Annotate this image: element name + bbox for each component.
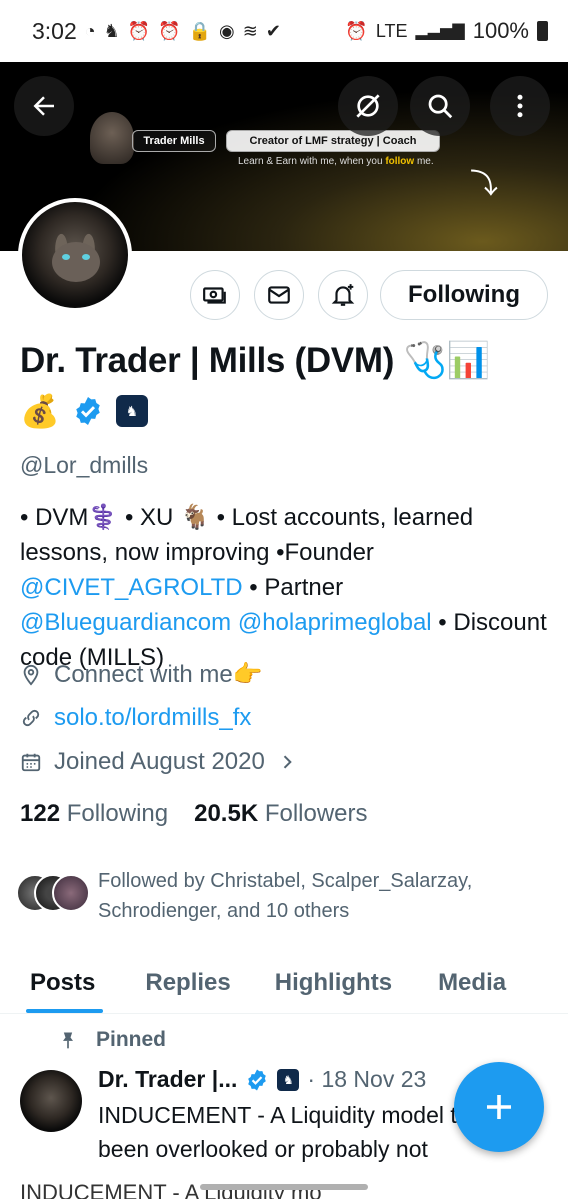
- followers-count-link[interactable]: 20.5K Followers: [194, 800, 367, 828]
- check-icon: ✔: [265, 20, 281, 41]
- arrow-left-icon: [33, 96, 54, 116]
- app-icon: ♞: [103, 20, 120, 41]
- subscribe-button[interactable]: [190, 270, 240, 320]
- post-header: Dr. Trader |... ♞ · 18 Nov 23: [98, 1066, 426, 1093]
- tab-media[interactable]: Media: [438, 952, 506, 1013]
- follower-facepile: [16, 874, 90, 914]
- grok-icon: [356, 94, 380, 118]
- joined-text: Joined August 2020: [54, 748, 265, 775]
- status-notification-icons: ◔ ♞ ⏰ ⏰ 🔒 ◉ ≋ ✔: [85, 21, 281, 42]
- verified-badge-icon: [248, 1069, 267, 1090]
- banner-subtitle: Learn & Earn with me, when you follow me…: [238, 156, 434, 167]
- wifi-icon: ≋: [242, 20, 258, 41]
- verified-badge-icon[interactable]: [72, 395, 104, 427]
- money-icon: [203, 287, 226, 304]
- back-button[interactable]: [14, 76, 74, 136]
- bio-mention-holaprime[interactable]: @holaprimeglobal: [238, 609, 432, 636]
- grok-button[interactable]: [338, 76, 398, 136]
- more-options-button[interactable]: [490, 76, 550, 136]
- compose-post-button[interactable]: [454, 1062, 544, 1152]
- signal-icon: ▂▃▅▇: [415, 23, 465, 40]
- pinned-label: Pinned: [58, 1028, 166, 1052]
- banner-subtitle-highlight: follow: [385, 156, 415, 167]
- follow-counts: 122 Following 20.5K Followers: [20, 800, 368, 828]
- bio-text: [231, 609, 238, 636]
- network-label: LTE: [375, 20, 408, 41]
- whatsapp-icon: ◔: [84, 20, 96, 41]
- status-bar: 3:02 ◔ ♞ ⏰ ⏰ 🔒 ◉ ≋ ✔ ⏰ LTE ▂▃▅▇ 100%: [0, 0, 568, 62]
- followers-label: Followers: [264, 800, 368, 827]
- battery-icon: [537, 21, 548, 41]
- post-author-avatar[interactable]: [20, 1070, 82, 1132]
- profile-bio: • DVM⚕️ • XU 🐐 • Lost accounts, learned …: [20, 500, 555, 675]
- banner-character-image: [90, 112, 134, 164]
- profile-website: solo.to/lordmills_fx: [20, 704, 251, 732]
- post-author-name[interactable]: Dr. Trader |...: [98, 1066, 237, 1093]
- banner-subtitle-post: me.: [414, 156, 434, 167]
- status-time: 3:02: [32, 17, 77, 44]
- followers-count: 20.5K: [194, 800, 259, 827]
- following-count-link[interactable]: 122 Following: [20, 800, 168, 828]
- avatar-eye-right: [82, 254, 90, 260]
- avatar-eye-left: [62, 254, 70, 260]
- message-button[interactable]: [254, 270, 304, 320]
- pin-icon: [63, 1032, 73, 1049]
- alarm-icon: ⏰: [158, 20, 181, 41]
- following-label: Following: [66, 800, 169, 827]
- search-button[interactable]: [410, 76, 470, 136]
- profile-location: Connect with me👉: [20, 660, 263, 689]
- notifications-button[interactable]: [318, 270, 368, 320]
- profile-name: Dr. Trader | Mills (DVM) 🩺📊: [20, 341, 491, 380]
- location-pin-icon: [23, 664, 39, 686]
- chevron-right-icon: [283, 755, 292, 769]
- search-icon: [428, 94, 453, 119]
- pinned-text: Pinned: [96, 1028, 167, 1051]
- battery-level: 100%: [472, 18, 529, 43]
- more-vertical-icon: [517, 94, 523, 118]
- followed-by[interactable]: Followed by Christabel, Scalper_Salarzay…: [16, 866, 528, 926]
- affiliate-badge-icon[interactable]: ♞: [115, 395, 148, 427]
- mail-icon: [268, 286, 290, 304]
- lock-icon: 🔒: [188, 20, 212, 41]
- bio-text: • Partner: [242, 574, 344, 601]
- banner-tag-name: Trader Mills: [132, 130, 216, 152]
- following-button[interactable]: Following: [380, 270, 548, 320]
- money-bag-emoji: 💰: [20, 393, 60, 429]
- profile-tabs: Posts Replies Highlights Media: [0, 952, 568, 1014]
- bio-mention-blueguardian[interactable]: @Blueguardiancom: [20, 609, 231, 636]
- calendar-icon: [21, 753, 41, 772]
- avatar-face: [52, 242, 100, 282]
- banner-tag-role: Creator of LMF strategy | Coach: [226, 130, 440, 152]
- affiliate-badge-icon: ♞: [277, 1068, 300, 1091]
- media-icon: ◉: [219, 20, 235, 41]
- profile-handle: @Lor_dmills: [20, 452, 149, 478]
- profile-actions: [190, 270, 368, 320]
- tab-highlights[interactable]: Highlights: [275, 952, 392, 1013]
- profile-name-badges: 💰 ♞: [20, 392, 148, 430]
- location-text: Connect with me👉: [54, 661, 263, 688]
- profile-avatar[interactable]: [18, 198, 132, 312]
- status-right: ⏰ LTE ▂▃▅▇ 100%: [345, 18, 548, 44]
- tab-replies[interactable]: Replies: [145, 952, 230, 1013]
- tab-posts[interactable]: Posts: [25, 952, 104, 1013]
- profile-joined[interactable]: Joined August 2020: [20, 748, 297, 776]
- alarm-icon: ⏰: [127, 20, 151, 41]
- home-indicator[interactable]: [200, 1184, 368, 1190]
- followed-by-text: Followed by Christabel, Scalper_Salarzay…: [98, 870, 473, 922]
- banner-subtitle-pre: Learn & Earn with me, when you: [238, 156, 386, 167]
- bell-plus-icon: [331, 284, 355, 306]
- bio-text: • DVM⚕️ • XU 🐐 • Lost accounts, learned …: [20, 504, 474, 566]
- website-link[interactable]: solo.to/lordmills_fx: [54, 704, 251, 732]
- following-count: 122: [20, 800, 61, 827]
- alarm-icon: ⏰: [345, 20, 368, 41]
- link-icon: [22, 709, 40, 727]
- follower-avatar: [52, 874, 90, 912]
- post-date: · 18 Nov 23: [307, 1066, 427, 1092]
- plus-icon: [487, 1095, 511, 1119]
- bio-mention-civet[interactable]: @CIVET_AGROLTD: [20, 574, 243, 601]
- banner-arrow-icon: ⤵: [470, 168, 499, 199]
